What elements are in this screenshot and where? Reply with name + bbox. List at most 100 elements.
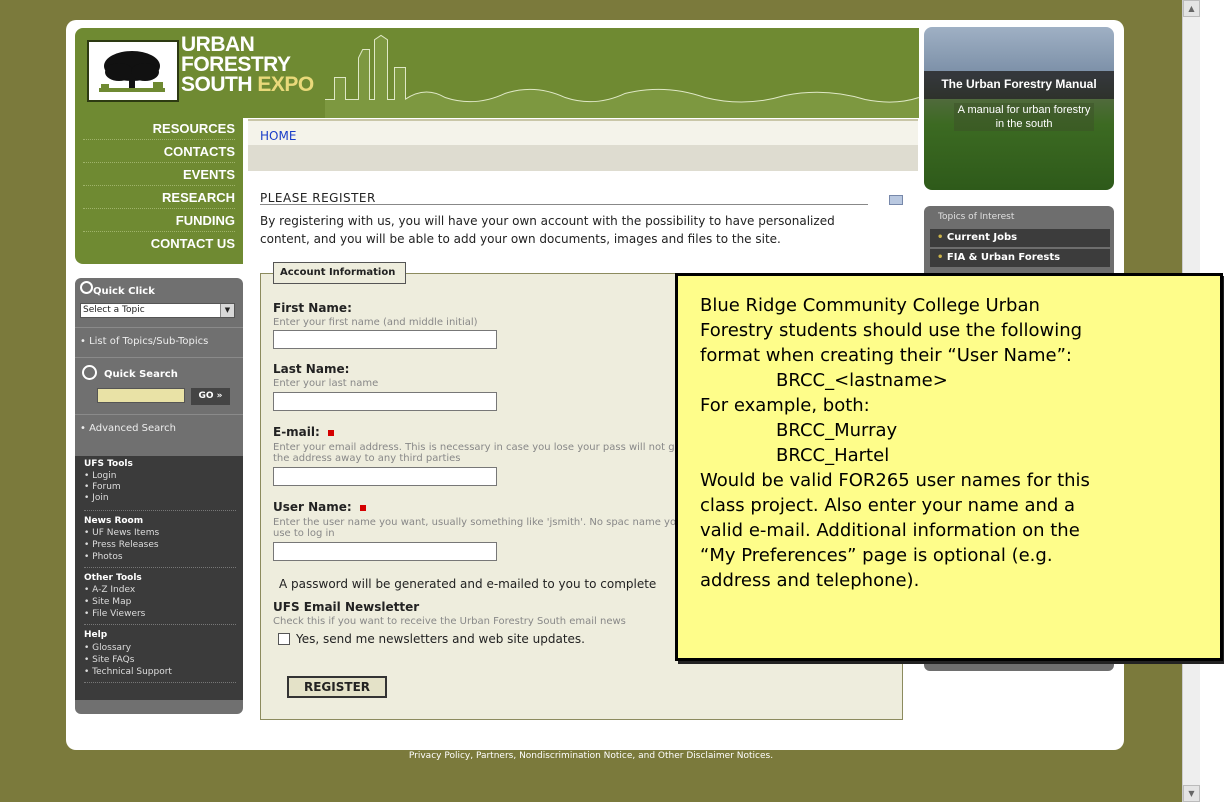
site-map-link[interactable]: • Site Map [84, 597, 131, 607]
topic-current-jobs-label: Current Jobs [946, 232, 1018, 243]
quick-search-input[interactable] [97, 388, 185, 403]
bullet-icon: • [937, 232, 944, 243]
logo-tree-icon[interactable] [87, 40, 179, 102]
email-help: Enter your email address. This is necess… [273, 442, 690, 464]
tools-divider [84, 567, 236, 568]
note-line: BRCC_Murray [776, 420, 898, 441]
tools-panel-footer [75, 700, 243, 714]
user-name-label: User Name: [273, 500, 352, 514]
banner-subtitle: A manual for urban forestry in the south [954, 103, 1094, 131]
nav-research[interactable]: RESEARCH [162, 190, 235, 205]
topics-title: Topics of Interest [938, 212, 1015, 222]
breadcrumb [248, 119, 918, 145]
advanced-search-link[interactable]: • Advanced Search [80, 423, 176, 434]
logo-line-2: FORESTRY [181, 53, 291, 76]
newsletter-checkbox[interactable] [278, 633, 290, 645]
last-name-help: Enter your last name [273, 378, 379, 389]
user-name-field[interactable] [273, 542, 497, 561]
glossary-link[interactable]: • Glossary [84, 643, 131, 653]
nav-divider [83, 139, 235, 140]
topic-select[interactable]: Select a Topic ▼ [80, 303, 235, 318]
topic-fia-label: FIA & Urban Forests [946, 252, 1061, 263]
chevron-down-icon[interactable]: ▼ [220, 304, 234, 317]
urban-forestry-manual-banner[interactable]: The Urban Forestry Manual A manual for u… [924, 27, 1114, 190]
note-line: For example, both: [700, 395, 870, 416]
nav-divider [83, 185, 235, 186]
user-name-help: Enter the user name you want, usually so… [273, 517, 683, 539]
note-line: format when creating their “User Name”: [700, 345, 1072, 366]
instruction-note-overlay: Blue Ridge Community College Urban Fores… [675, 273, 1223, 661]
breadcrumb-home-link[interactable]: HOME [260, 129, 296, 143]
register-intro: By registering with us, you will have yo… [260, 214, 835, 246]
quick-click-title: Quick Click [93, 286, 155, 297]
nav-contact-us[interactable]: CONTACT US [151, 236, 235, 251]
note-line: “My Preferences” page is optional (e.g. [700, 545, 1053, 566]
logo-expo: EXPO [257, 73, 314, 96]
nav-funding[interactable]: FUNDING [176, 213, 235, 228]
logo-line-3: SOUTH [181, 73, 253, 96]
search-icon [82, 365, 97, 380]
press-releases-link[interactable]: • Press Releases [84, 540, 159, 550]
required-marker-icon [359, 504, 366, 511]
uf-news-items-link[interactable]: • UF News Items [84, 528, 159, 538]
file-viewers-link[interactable]: • File Viewers [84, 609, 145, 619]
scroll-up-arrow-icon[interactable]: ▲ [1183, 0, 1200, 17]
note-line: Would be valid FOR265 user names for thi… [700, 470, 1090, 491]
nav-divider [83, 162, 235, 163]
form-legend: Account Information [273, 262, 406, 284]
newsletter-checkbox-label[interactable]: Yes, send me newsletters and web site up… [296, 632, 585, 646]
note-line: class project. Also enter your name and … [700, 495, 1076, 516]
logo-line-1: URBAN [181, 33, 255, 56]
last-name-field[interactable] [273, 392, 497, 411]
help-heading: Help [84, 630, 108, 640]
email-field[interactable] [273, 467, 497, 486]
scroll-down-arrow-icon[interactable]: ▼ [1183, 785, 1200, 802]
list-topics-link[interactable]: • List of Topics/Sub-Topics [80, 336, 208, 347]
email-label-row: E-mail: [273, 425, 334, 439]
nav-contacts[interactable]: CONTACTS [164, 144, 235, 159]
nav-divider [83, 208, 235, 209]
note-line: BRCC_Hartel [776, 445, 890, 466]
ufs-tools-heading: UFS Tools [84, 459, 133, 469]
register-button[interactable]: REGISTER [287, 676, 387, 698]
site-header: URBAN FORESTRY SOUTH EXPO [75, 28, 919, 118]
photos-link[interactable]: • Photos [84, 552, 123, 562]
sidebar-divider [75, 357, 243, 358]
first-name-label: First Name: [273, 301, 352, 315]
technical-support-link[interactable]: • Technical Support [84, 667, 172, 677]
main-nav: RESOURCES CONTACTS EVENTS RESEARCH FUNDI… [75, 118, 243, 264]
forum-link[interactable]: • Forum [84, 482, 121, 492]
note-line: Blue Ridge Community College Urban [700, 295, 1040, 316]
a-z-index-link[interactable]: • A-Z Index [84, 585, 135, 595]
user-name-label-row: User Name: [273, 500, 366, 514]
tools-divider [84, 624, 236, 625]
join-link[interactable]: • Join [84, 493, 109, 503]
title-underline [260, 204, 868, 205]
tools-divider [84, 510, 236, 511]
quick-click-arrow-icon [80, 281, 93, 294]
footer-links[interactable]: Privacy Policy, Partners, Nondiscriminat… [0, 751, 1182, 761]
password-note: A password will be generated and e-maile… [279, 577, 657, 591]
page-title: PLEASE REGISTER [260, 191, 376, 205]
topic-current-jobs[interactable]: • Current Jobs [930, 229, 1110, 247]
login-link[interactable]: • Login [84, 471, 116, 481]
note-line: Forestry students should use the followi… [700, 320, 1083, 341]
newsletter-help: Check this if you want to receive the Ur… [273, 616, 626, 627]
banner-title: The Urban Forestry Manual [941, 77, 1097, 91]
email-page-icon[interactable] [889, 195, 903, 205]
quick-search-title: Quick Search [104, 369, 178, 380]
nav-divider [83, 231, 235, 232]
skyline-graphic [325, 34, 919, 118]
nav-events[interactable]: EVENTS [183, 167, 235, 182]
site-faqs-link[interactable]: • Site FAQs [84, 655, 134, 665]
sidebar-divider [75, 327, 243, 328]
sidebar-divider [75, 414, 243, 415]
nav-resources[interactable]: RESOURCES [153, 121, 235, 136]
note-line: address and telephone). [700, 570, 920, 591]
newsletter-title: UFS Email Newsletter [273, 600, 420, 614]
go-button[interactable]: GO » [191, 388, 230, 405]
topic-fia-urban-forests[interactable]: • FIA & Urban Forests [930, 249, 1110, 267]
news-room-heading: News Room [84, 516, 144, 526]
first-name-field[interactable] [273, 330, 497, 349]
site-logo-text[interactable]: URBAN FORESTRY SOUTH EXPO [181, 33, 314, 96]
